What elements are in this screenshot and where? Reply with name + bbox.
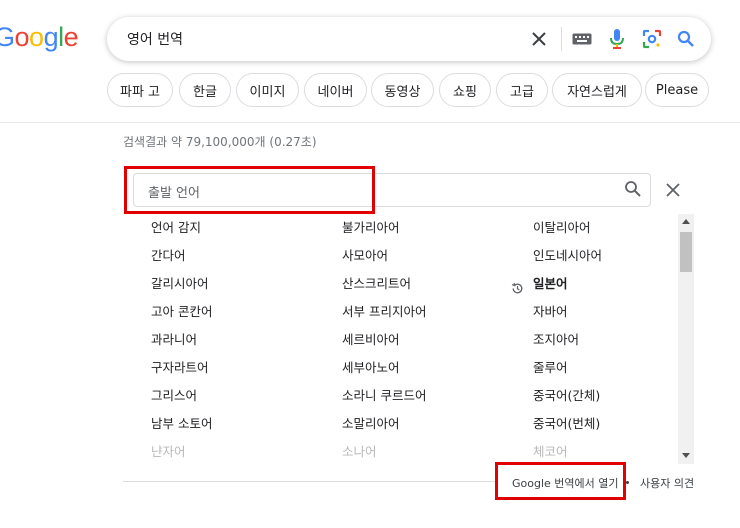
language-option[interactable]: 이탈리아어 [533,214,591,242]
language-option[interactable]: 그리스어 [151,382,197,410]
language-option[interactable]: 세르비아어 [342,326,400,354]
recent-language-label: 일본어 [533,276,568,291]
google-logo[interactable]: Google [0,22,79,53]
footer-divider [123,481,495,482]
language-list: 언어 감지 간다어 갈리시아어 고아 콘칸어 과라니어 구자라트어 그리스어 남… [133,214,678,459]
chip-hangul[interactable]: 한글 [179,73,231,107]
scrollbar-thumb[interactable] [680,232,692,272]
source-language-search[interactable]: 출발 언어 [133,173,651,207]
logo-letter: g [43,22,59,52]
language-option[interactable]: 과라니어 [151,326,197,354]
scroll-up-arrow-icon[interactable] [682,219,690,224]
language-option[interactable]: 인도네시아어 [533,242,602,270]
language-option[interactable]: 갈리시아어 [151,270,209,298]
search-icon[interactable] [624,180,642,202]
language-option[interactable]: 자바어 [533,298,568,326]
language-option[interactable]: 서부 프리지아어 [342,298,426,326]
keyboard-icon[interactable] [570,27,594,51]
chip-shopping[interactable]: 쇼핑 [439,73,491,107]
language-option[interactable]: 체코어 [533,438,568,459]
logo-letter: G [0,22,15,52]
search-icon[interactable] [674,27,698,51]
result-stats: 검색결과 약 79,100,000개 (0.27초) [123,135,317,149]
language-option[interactable]: 조지아어 [533,326,579,354]
chip-images[interactable]: 이미지 [236,73,299,107]
language-option[interactable]: 불가리아어 [342,214,400,242]
language-option[interactable]: 소나어 [342,438,377,459]
lens-icon[interactable] [640,27,664,51]
close-icon[interactable] [527,27,551,51]
chip-videos[interactable]: 동영상 [371,73,434,107]
language-option[interactable]: 산스크리트어 [342,270,411,298]
language-option[interactable]: 남부 소토어 [151,410,212,438]
language-option[interactable]: 냔자어 [151,438,186,459]
logo-letter: e [63,22,79,52]
close-language-picker-icon[interactable] [662,179,684,201]
language-option[interactable]: 사모아어 [342,242,388,270]
language-option[interactable]: 언어 감지 [151,214,201,242]
chip-advanced[interactable]: 고급 [496,73,548,107]
language-option[interactable]: 구자라트어 [151,354,209,382]
language-option[interactable]: 세부아노어 [342,354,400,382]
language-option-recent[interactable]: 일본어 [511,270,568,298]
language-option[interactable]: 중국어(번체) [533,410,600,438]
search-query[interactable]: 영어 번역 [127,29,183,49]
microphone-icon[interactable] [605,27,629,51]
feedback-link[interactable]: 사용자 의견 [640,475,694,491]
language-option[interactable]: 줄루어 [533,354,568,382]
history-icon [511,277,524,305]
search-divider [561,27,562,51]
logo-letter: o [29,22,44,52]
chip-natural[interactable]: 자연스럽게 [552,73,642,107]
logo-letter: o [14,22,30,52]
open-in-google-translate-link[interactable]: Google 번역에서 열기 [512,475,619,491]
language-option[interactable]: 고아 콘칸어 [151,298,212,326]
chip-naver[interactable]: 네이버 [304,73,367,107]
language-option[interactable]: 소라니 쿠르드어 [342,382,426,410]
scroll-down-arrow-icon[interactable] [682,453,690,458]
language-option[interactable]: 소말리아어 [342,410,400,438]
source-language-placeholder: 출발 언어 [148,186,200,201]
language-list-scrollbar[interactable] [678,214,694,464]
separator-dot [626,481,629,484]
chip-papago[interactable]: 파파 고 [107,73,173,107]
search-box[interactable]: 영어 번역 [107,17,711,61]
language-option[interactable]: 간다어 [151,242,186,270]
chip-please[interactable]: Please [645,73,709,107]
header-divider [0,122,740,123]
language-option[interactable]: 중국어(간체) [533,382,600,410]
